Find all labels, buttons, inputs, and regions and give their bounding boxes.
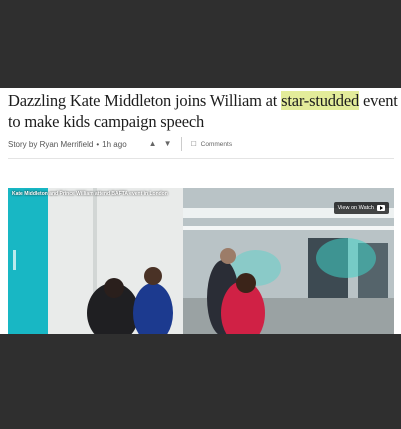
comments-button[interactable]: □ Comments: [190, 140, 232, 148]
video-caption: Kate Middleton and Prince William attend…: [12, 191, 168, 197]
headline-part-1: Dazzling Kate Middleton joins William at: [8, 91, 282, 110]
article-meta: Story by Ryan Merrifield • 1h ago ▲ ▼ □ …: [8, 137, 393, 151]
divider: [8, 158, 394, 159]
comments-label: Comments: [200, 140, 233, 148]
thumbs-up-icon[interactable]: ▲: [149, 140, 157, 148]
timestamp: 1h ago: [102, 139, 127, 149]
bottom-dark-band: [0, 334, 401, 429]
article-card: Dazzling Kate Middleton joins William at…: [0, 88, 401, 334]
play-icon: [377, 205, 385, 211]
byline[interactable]: Story by Ryan Merrifield: [8, 140, 93, 149]
comment-bubble-icon: □: [191, 139, 197, 148]
headline-highlight: star-studded: [281, 91, 360, 110]
reaction-group: ▲ ▼: [149, 140, 179, 148]
article-headline[interactable]: Dazzling Kate Middleton joins William at…: [8, 90, 398, 132]
top-dark-band: [0, 0, 401, 88]
meta-separator: •: [96, 139, 100, 149]
thumbs-down-icon[interactable]: ▼: [164, 140, 172, 148]
view-on-watch-button[interactable]: View on Watch: [333, 202, 389, 214]
meta-divider: [180, 137, 182, 151]
watch-label: View on Watch: [337, 205, 374, 211]
video-player[interactable]: Kate Middleton and Prince William attend…: [8, 188, 394, 334]
